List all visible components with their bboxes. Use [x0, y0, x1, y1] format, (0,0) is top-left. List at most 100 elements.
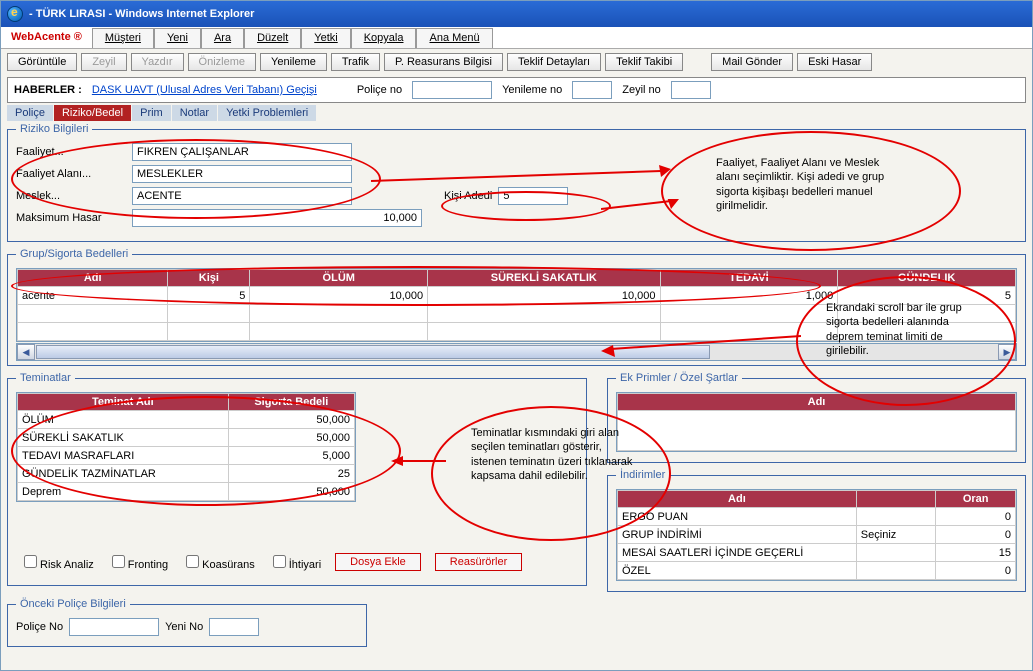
chk-ihtiyari[interactable]: İhtiyari: [269, 552, 321, 571]
grup-row[interactable]: acente 5 10,000 10,000 1,000 5: [18, 287, 1016, 305]
chk-risk[interactable]: Risk Analiz: [20, 552, 94, 571]
tool-goruntule[interactable]: Görüntüle: [7, 53, 77, 71]
maks-hasar-label: Maksimum Hasar: [16, 212, 126, 224]
grup-h-surekli: SÜREKLİ SAKATLIK: [428, 270, 660, 287]
window-title: - TÜRK LIRASI - Windows Internet Explore…: [29, 8, 254, 20]
chk-fronting[interactable]: Fronting: [108, 552, 168, 571]
yenileme-no-label: Yenileme no: [502, 84, 562, 96]
subtab-strip: Poliçe Riziko/Bedel Prim Notlar Yetki Pr…: [7, 105, 1026, 121]
tem-row[interactable]: SÜREKLİ SAKATLIK50,000: [18, 429, 355, 447]
chk-fronting-box[interactable]: [112, 555, 125, 568]
app-menu-bar: WebAcente ® Müşteri Yeni Ara Düzelt Yetk…: [1, 27, 1032, 49]
grup-cell-gundelik[interactable]: 5: [838, 287, 1016, 305]
tool-eski-hasar[interactable]: Eski Hasar: [797, 53, 872, 71]
ekprimler-legend: Ek Primler / Özel Şartlar: [616, 372, 742, 384]
grup-cell-olum[interactable]: 10,000: [250, 287, 428, 305]
tool-onizleme[interactable]: Önizleme: [188, 53, 256, 71]
tem-row[interactable]: Deprem50,000: [18, 483, 355, 501]
tem-row[interactable]: ÖLÜM50,000: [18, 411, 355, 429]
ekprimler-row-empty[interactable]: [618, 411, 1016, 451]
faaliyet-label[interactable]: Faaliyet...: [16, 146, 126, 158]
dosya-ekle-button[interactable]: Dosya Ekle: [335, 553, 421, 571]
tool-reasurans[interactable]: P. Reasurans Bilgisi: [384, 53, 503, 71]
menu-kopyala[interactable]: Kopyala: [351, 28, 417, 48]
tool-teklif-takibi[interactable]: Teklif Takibi: [605, 53, 683, 71]
maks-hasar-input[interactable]: [132, 209, 422, 227]
indirimler-table[interactable]: Adı Oran ERGO PUAN0 GRUP İNDİRİMİSeçiniz…: [617, 490, 1016, 580]
menu-ara[interactable]: Ara: [201, 28, 244, 48]
tem-h-adi: Teminat Adı: [18, 394, 229, 411]
menu-yeni[interactable]: Yeni: [154, 28, 201, 48]
toolbar: Görüntüle Zeyil Yazdır Önizleme Yenileme…: [1, 49, 1032, 75]
chk-koasurans[interactable]: Koasürans: [182, 552, 255, 571]
onceki-police-label: Poliçe No: [16, 621, 63, 633]
menu-musteri[interactable]: Müşteri: [92, 28, 154, 48]
teminatlar-table[interactable]: Teminat Adı Sigorta Bedeli ÖLÜM50,000 SÜ…: [17, 393, 355, 501]
titlebar: - TÜRK LIRASI - Windows Internet Explore…: [1, 1, 1032, 27]
tem-row[interactable]: GÜNDELİK TAZMİNATLAR25: [18, 465, 355, 483]
tool-yazdir[interactable]: Yazdır: [131, 53, 184, 71]
kisi-adedi-input[interactable]: [498, 187, 568, 205]
tab-riziko[interactable]: Riziko/Bedel: [54, 105, 131, 121]
haberler-link[interactable]: DASK UAVT (Ulusal Adres Veri Tabanı) Geç…: [92, 84, 317, 96]
grup-cell-tedavi[interactable]: 1,000: [660, 287, 838, 305]
ind-row[interactable]: GRUP İNDİRİMİSeçiniz0: [618, 526, 1016, 544]
ie-icon: [7, 6, 23, 22]
menu-anamenu[interactable]: Ana Menü: [416, 28, 492, 48]
onceki-yeni-label: Yeni No: [165, 621, 203, 633]
grup-cell-surekli[interactable]: 10,000: [428, 287, 660, 305]
reasurorler-button[interactable]: Reasürörler: [435, 553, 522, 571]
grup-table[interactable]: Adı Kişi ÖLÜM SÜREKLİ SAKATLIK TEDAVİ GÜ…: [17, 269, 1016, 341]
ind-row[interactable]: MESAİ SAATLERİ İÇİNDE GEÇERLİ15: [618, 544, 1016, 562]
kisi-adedi-label: Kişi Adedi: [444, 190, 492, 202]
grup-grid: Adı Kişi ÖLÜM SÜREKLİ SAKATLIK TEDAVİ GÜ…: [16, 268, 1017, 342]
scroll-track[interactable]: [35, 345, 998, 359]
faaliyet-alani-label[interactable]: Faaliyet Alanı...: [16, 168, 126, 180]
grup-cell-kisi[interactable]: 5: [168, 287, 250, 305]
tool-teklif-detay[interactable]: Teklif Detayları: [507, 53, 601, 71]
grup-fieldset: Grup/Sigorta Bedelleri Adı Kişi ÖLÜM SÜR…: [7, 248, 1026, 366]
tool-trafik[interactable]: Trafik: [331, 53, 380, 71]
tem-row[interactable]: TEDAVI MASRAFLARI5,000: [18, 447, 355, 465]
yenileme-no-input[interactable]: [572, 81, 612, 99]
meslek-label[interactable]: Meslek...: [16, 190, 126, 202]
menu-yetki[interactable]: Yetki: [301, 28, 350, 48]
grup-h-gundelik: GÜNDELIK: [838, 270, 1016, 287]
chk-risk-box[interactable]: [24, 555, 37, 568]
onceki-fieldset: Önceki Poliçe Bilgileri Poliçe No Yeni N…: [7, 598, 367, 647]
tem-h-bedel: Sigorta Bedeli: [228, 394, 354, 411]
onceki-yeni-input[interactable]: [209, 618, 259, 636]
ekprimler-h-adi: Adı: [618, 394, 1016, 411]
grup-h-kisi: Kişi: [168, 270, 250, 287]
faaliyet-alani-input[interactable]: [132, 165, 352, 183]
grup-cell-adi[interactable]: acente: [18, 287, 168, 305]
tool-zeyil[interactable]: Zeyil: [81, 53, 126, 71]
ind-row[interactable]: ERGO PUAN0: [618, 508, 1016, 526]
police-no-input[interactable]: [412, 81, 492, 99]
tab-prim[interactable]: Prim: [132, 105, 171, 121]
scroll-left-icon[interactable]: ◀: [17, 344, 35, 360]
tool-yenileme[interactable]: Yenileme: [260, 53, 327, 71]
tab-notlar[interactable]: Notlar: [172, 105, 217, 121]
faaliyet-input[interactable]: [132, 143, 352, 161]
scroll-thumb[interactable]: [36, 345, 710, 359]
tool-mail-gonder[interactable]: Mail Gönder: [711, 53, 793, 71]
ind-row[interactable]: ÖZEL0: [618, 562, 1016, 580]
riziko-legend: Riziko Bilgileri: [16, 123, 92, 135]
chk-ihtiyari-box[interactable]: [273, 555, 286, 568]
scroll-right-icon[interactable]: ▶: [998, 344, 1016, 360]
ekprimler-table[interactable]: Adı: [617, 393, 1016, 451]
indirimler-fieldset: İndirimler Adı Oran ERGO PUAN0 GRU: [607, 469, 1026, 592]
chk-koasurans-box[interactable]: [186, 555, 199, 568]
ind-h-oran: Oran: [936, 491, 1016, 508]
zeyil-no-input[interactable]: [671, 81, 711, 99]
tab-police[interactable]: Poliçe: [7, 105, 53, 121]
grup-legend: Grup/Sigorta Bedelleri: [16, 248, 132, 260]
grup-row-empty[interactable]: [18, 323, 1016, 341]
meslek-input[interactable]: [132, 187, 352, 205]
tab-yetki[interactable]: Yetki Problemleri: [218, 105, 316, 121]
onceki-police-input[interactable]: [69, 618, 159, 636]
grup-row-empty[interactable]: [18, 305, 1016, 323]
menu-duzelt[interactable]: Düzelt: [244, 28, 301, 48]
grup-hscroll[interactable]: ◀ ▶: [16, 343, 1017, 361]
